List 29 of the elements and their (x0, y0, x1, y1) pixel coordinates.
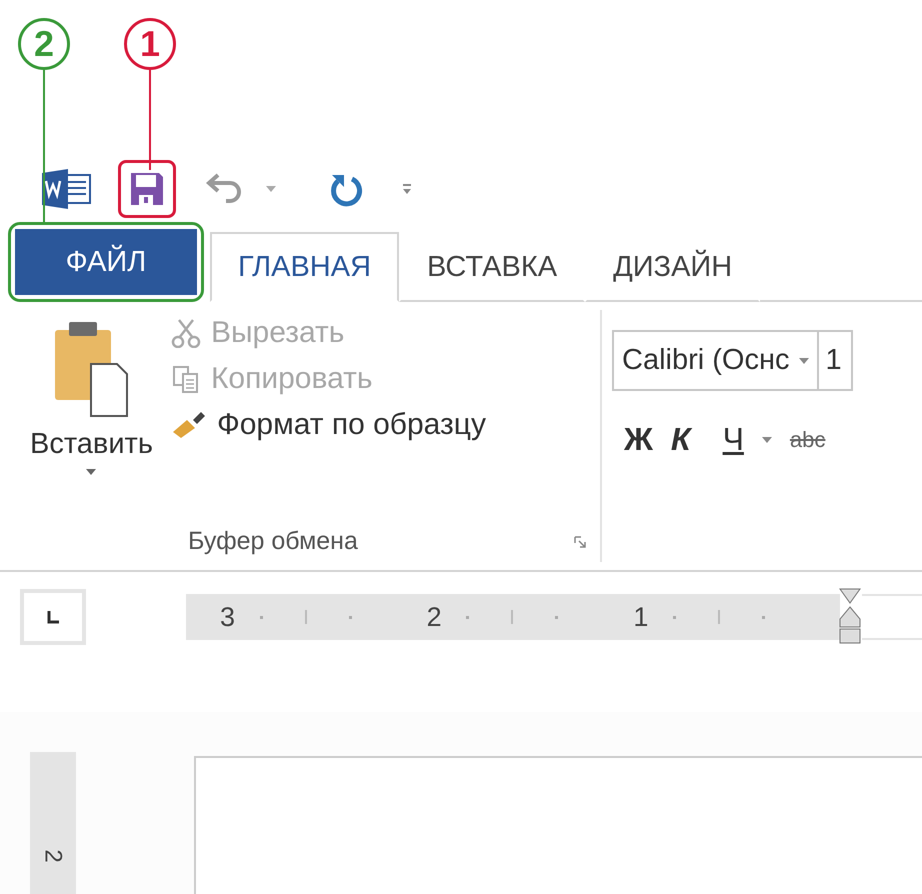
paste-button[interactable]: Вставить (0, 310, 157, 527)
file-tab[interactable]: ФАЙЛ (15, 229, 197, 295)
bold-button[interactable]: Ж (624, 421, 653, 458)
dropdown-arrow-icon[interactable] (762, 436, 772, 442)
dropdown-arrow-icon[interactable] (266, 186, 276, 192)
copy-icon (170, 364, 201, 394)
font-name-field[interactable]: Calibri (Оснс (612, 330, 820, 391)
callout-number: 2 (18, 18, 70, 70)
left-tab-icon (46, 610, 60, 624)
paintbrush-icon (170, 410, 207, 440)
ruler-number: 2 (39, 849, 67, 863)
format-painter-button[interactable]: Формат по образцу (170, 408, 486, 442)
strikethrough-button[interactable]: abc (790, 426, 826, 452)
scissors-icon (170, 318, 201, 348)
group-label: Буфер обмена (188, 527, 358, 556)
dropdown-arrow-icon (86, 469, 96, 475)
underline-button[interactable]: Ч (722, 421, 744, 458)
ribbon-tab[interactable]: ГЛАВНАЯ (210, 232, 400, 302)
dropdown-arrow-icon (799, 358, 810, 364)
ruler-number: 2 (426, 602, 443, 632)
callout-number: 1 (124, 18, 176, 70)
save-button[interactable] (118, 160, 176, 218)
dialog-launcher-icon[interactable] (574, 536, 586, 548)
ruler-number: 3 (220, 602, 236, 632)
font-size-field[interactable]: 1 (819, 330, 854, 391)
customize-toolbar-icon[interactable] (402, 183, 412, 195)
italic-button[interactable]: К (670, 421, 691, 458)
ruler-number: 1 (633, 602, 650, 632)
ruler-margin (862, 594, 922, 640)
